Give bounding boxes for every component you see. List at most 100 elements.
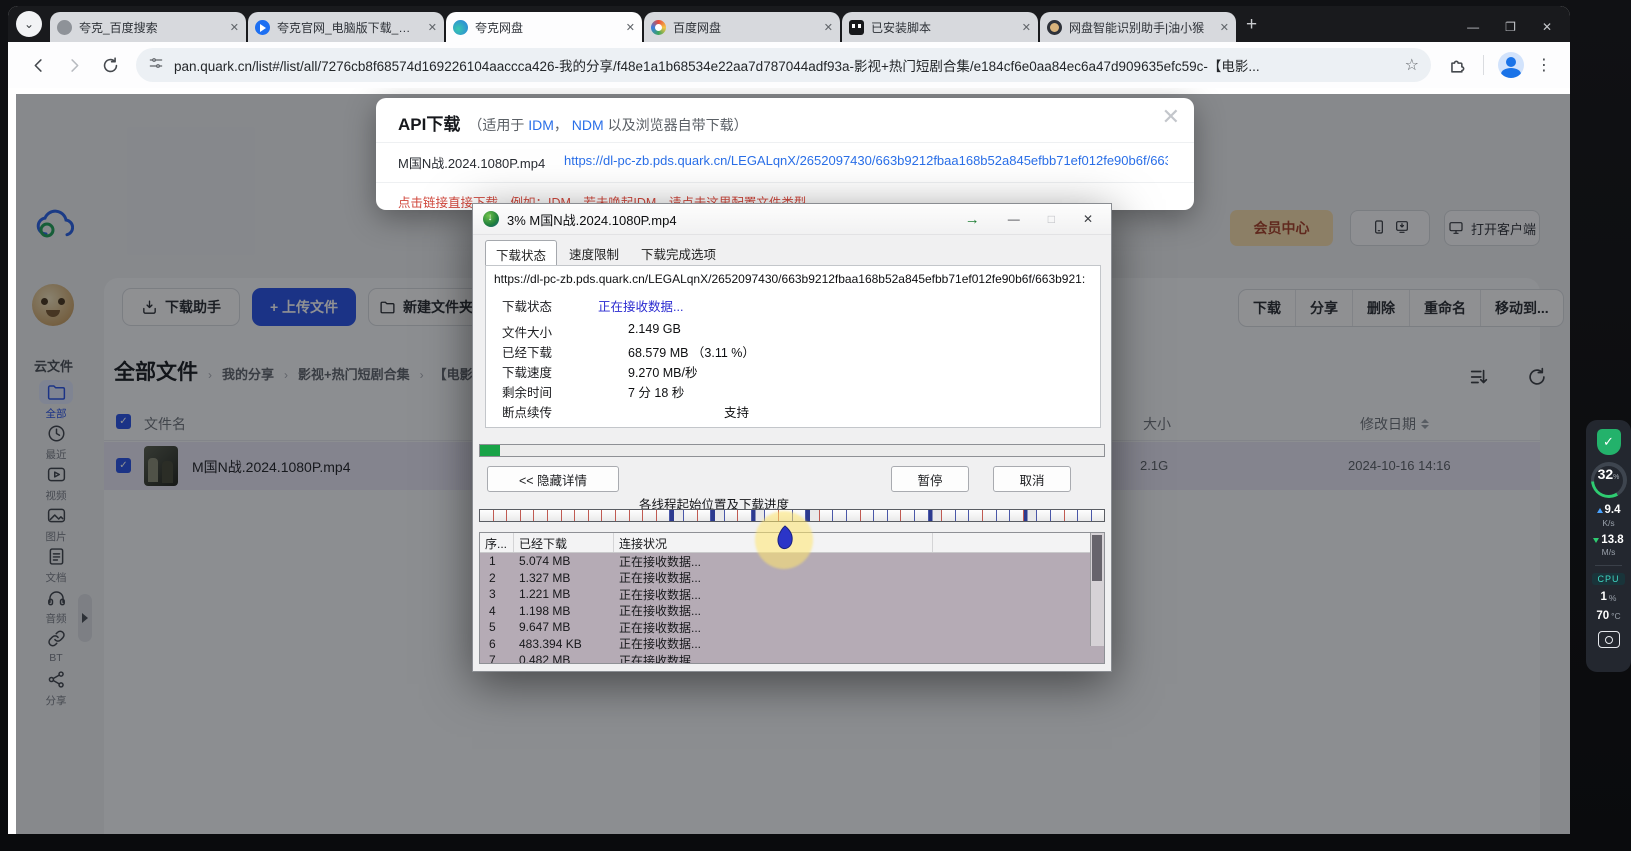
thread-seq: 3 bbox=[480, 585, 514, 601]
pause-button[interactable]: 暂停 bbox=[891, 466, 969, 492]
thread-segment bbox=[901, 510, 915, 521]
idm-tab-下载状态[interactable]: 下载状态 bbox=[485, 240, 557, 268]
idm-field-label: 断点续传 bbox=[502, 402, 552, 421]
close-button[interactable]: ✕ bbox=[1542, 20, 1552, 34]
idm-window-title: 3% M国N战.2024.1080P.mp4 bbox=[507, 210, 677, 229]
thread-segment bbox=[494, 510, 508, 521]
download-arrow-icon bbox=[1593, 538, 1599, 543]
thread-table-scrollbar[interactable] bbox=[1090, 533, 1104, 646]
idm-close-button[interactable]: ✕ bbox=[1083, 212, 1093, 226]
idm-minimize-button[interactable]: — bbox=[1008, 212, 1020, 226]
cancel-button[interactable]: 取消 bbox=[993, 466, 1071, 492]
mouse-cursor bbox=[772, 524, 796, 559]
thread-downloaded: 9.647 MB bbox=[514, 618, 614, 634]
thread-segment bbox=[562, 510, 576, 521]
thread-seq: 5 bbox=[480, 618, 514, 634]
thread-segment bbox=[684, 510, 698, 521]
idm-tab-下载完成选项[interactable]: 下载完成选项 bbox=[631, 240, 726, 268]
profile-avatar[interactable] bbox=[1498, 52, 1524, 78]
idm-app-icon bbox=[483, 211, 499, 227]
idm-field-value: 9.270 MB/秒 bbox=[628, 362, 697, 381]
upload-arrow-icon bbox=[1597, 508, 1603, 513]
tab-close-icon[interactable]: ✕ bbox=[1022, 21, 1031, 34]
back-icon[interactable] bbox=[24, 51, 52, 79]
tab-search-chevron-icon[interactable]: ⌄ bbox=[16, 11, 42, 37]
browser-tab-2[interactable]: 夸克官网_电脑版下载_你的✕ bbox=[248, 12, 444, 42]
idm-field-value: 68.579 MB （3.11 %） bbox=[628, 342, 755, 361]
idm-field-value: 正在接收数据... bbox=[598, 296, 683, 315]
thread-segment bbox=[507, 510, 521, 521]
idm-field-label: 剩余时间 bbox=[502, 382, 552, 401]
idm-titlebar[interactable]: 3% M国N战.2024.1080P.mp4 → — □ ✕ bbox=[473, 204, 1111, 235]
thread-seq: 4 bbox=[480, 602, 514, 618]
thread-row[interactable]: 6483.394 KB正在接收数据... bbox=[480, 635, 1093, 652]
browser-tab-1[interactable]: 夸克_百度搜索✕ bbox=[50, 12, 246, 42]
tab-close-icon[interactable]: ✕ bbox=[428, 21, 437, 34]
api-download-link[interactable]: https://dl-pc-zb.pds.quark.cn/LEGALqnX/2… bbox=[564, 153, 1168, 168]
forward-icon[interactable] bbox=[60, 51, 88, 79]
upload-unit: K/s bbox=[1602, 518, 1614, 528]
idm-tab-速度限制[interactable]: 速度限制 bbox=[559, 240, 629, 268]
api-dialog-title: API下载 bbox=[398, 110, 460, 135]
idm-link[interactable]: IDM bbox=[528, 117, 554, 133]
api-dialog-close-icon[interactable]: ✕ bbox=[1162, 104, 1180, 130]
thread-segment bbox=[657, 510, 671, 521]
scrollbar-thumb[interactable] bbox=[1092, 535, 1102, 581]
extensions-icon[interactable] bbox=[1443, 51, 1471, 79]
thread-seq: 2 bbox=[480, 569, 514, 585]
bookmark-star-icon[interactable]: ☆ bbox=[1405, 55, 1419, 75]
url-bar[interactable]: pan.quark.cn/list#/list/all/7276cb8f6857… bbox=[136, 48, 1431, 82]
api-download-dialog: API下载 （适用于 IDM， NDM 以及浏览器自带下载） ✕ M国N战.20… bbox=[376, 98, 1194, 210]
thread-row[interactable]: 70.482 MB正在接收数据... bbox=[480, 651, 1093, 664]
browser-tab-6[interactable]: 网盘智能识别助手|油小猴 ✕ bbox=[1040, 12, 1236, 42]
thread-segment bbox=[847, 510, 861, 521]
idm-go-arrow-icon[interactable]: → bbox=[965, 211, 980, 228]
thread-downloaded: 483.394 KB bbox=[514, 635, 614, 651]
idm-field-value: 2.149 GB bbox=[628, 322, 681, 336]
thread-segment bbox=[521, 510, 535, 521]
thread-segment bbox=[480, 510, 494, 521]
ndm-link[interactable]: NDM bbox=[572, 117, 604, 133]
thread-segment bbox=[1092, 510, 1105, 521]
idm-maximize-button[interactable]: □ bbox=[1048, 212, 1055, 226]
idm-field-label: 文件大小 bbox=[502, 322, 552, 341]
browser-menu-icon[interactable]: ⋮ bbox=[1536, 55, 1552, 75]
thread-segment bbox=[589, 510, 603, 521]
idm-field-label: 下载速度 bbox=[502, 362, 552, 381]
hide-details-button[interactable]: << 隐藏详情 bbox=[487, 466, 619, 492]
system-monitor-widget[interactable]: ✓ 32% 9.4 K/s 13.8 M/s CPU 1% 70°C bbox=[1586, 420, 1631, 672]
minimize-button[interactable]: — bbox=[1467, 20, 1479, 34]
thread-segment bbox=[942, 510, 956, 521]
browser-tab-4[interactable]: 百度网盘✕ bbox=[644, 12, 840, 42]
thread-segment bbox=[738, 510, 752, 521]
thread-segment bbox=[1024, 510, 1038, 521]
tab-label: 网盘智能识别助手|油小猴 bbox=[1069, 19, 1214, 36]
navbar-divider bbox=[1483, 55, 1484, 75]
thread-segment bbox=[997, 510, 1011, 521]
thread-row[interactable]: 31.221 MB正在接收数据... bbox=[480, 585, 1093, 602]
thread-col-header[interactable]: 已经下载 bbox=[514, 533, 614, 552]
thread-status: 正在接收数据... bbox=[614, 650, 933, 664]
site-settings-icon[interactable] bbox=[148, 55, 164, 76]
browser-navbar: pan.quark.cn/list#/list/all/7276cb8f6857… bbox=[8, 42, 1570, 88]
url-text[interactable]: pan.quark.cn/list#/list/all/7276cb8f6857… bbox=[174, 55, 1397, 75]
browser-tab-3[interactable]: 夸克网盘✕ bbox=[446, 12, 642, 42]
thread-col-header[interactable]: 序... bbox=[480, 533, 514, 552]
tab-close-icon[interactable]: ✕ bbox=[626, 21, 635, 34]
memory-gauge: 32% bbox=[1591, 462, 1627, 498]
cpu-temp: 70 bbox=[1596, 611, 1609, 623]
browser-tab-5[interactable]: 已安装脚本✕ bbox=[842, 12, 1038, 42]
tab-close-icon[interactable]: ✕ bbox=[824, 21, 833, 34]
tab-close-icon[interactable]: ✕ bbox=[230, 21, 239, 34]
tab-close-icon[interactable]: ✕ bbox=[1220, 21, 1229, 34]
thread-row[interactable]: 41.198 MB正在接收数据... bbox=[480, 602, 1093, 619]
refresh-icon[interactable] bbox=[96, 51, 124, 79]
screenshot-camera-icon[interactable] bbox=[1598, 631, 1620, 648]
thread-downloaded: 1.327 MB bbox=[514, 569, 614, 585]
thread-segment bbox=[806, 510, 820, 521]
thread-row[interactable]: 59.647 MB正在接收数据... bbox=[480, 618, 1093, 635]
maximize-button[interactable]: ❐ bbox=[1505, 20, 1516, 34]
new-tab-button[interactable]: + bbox=[1246, 14, 1257, 36]
memory-percent: 32 bbox=[1598, 466, 1614, 482]
thread-row[interactable]: 21.327 MB正在接收数据... bbox=[480, 569, 1093, 586]
